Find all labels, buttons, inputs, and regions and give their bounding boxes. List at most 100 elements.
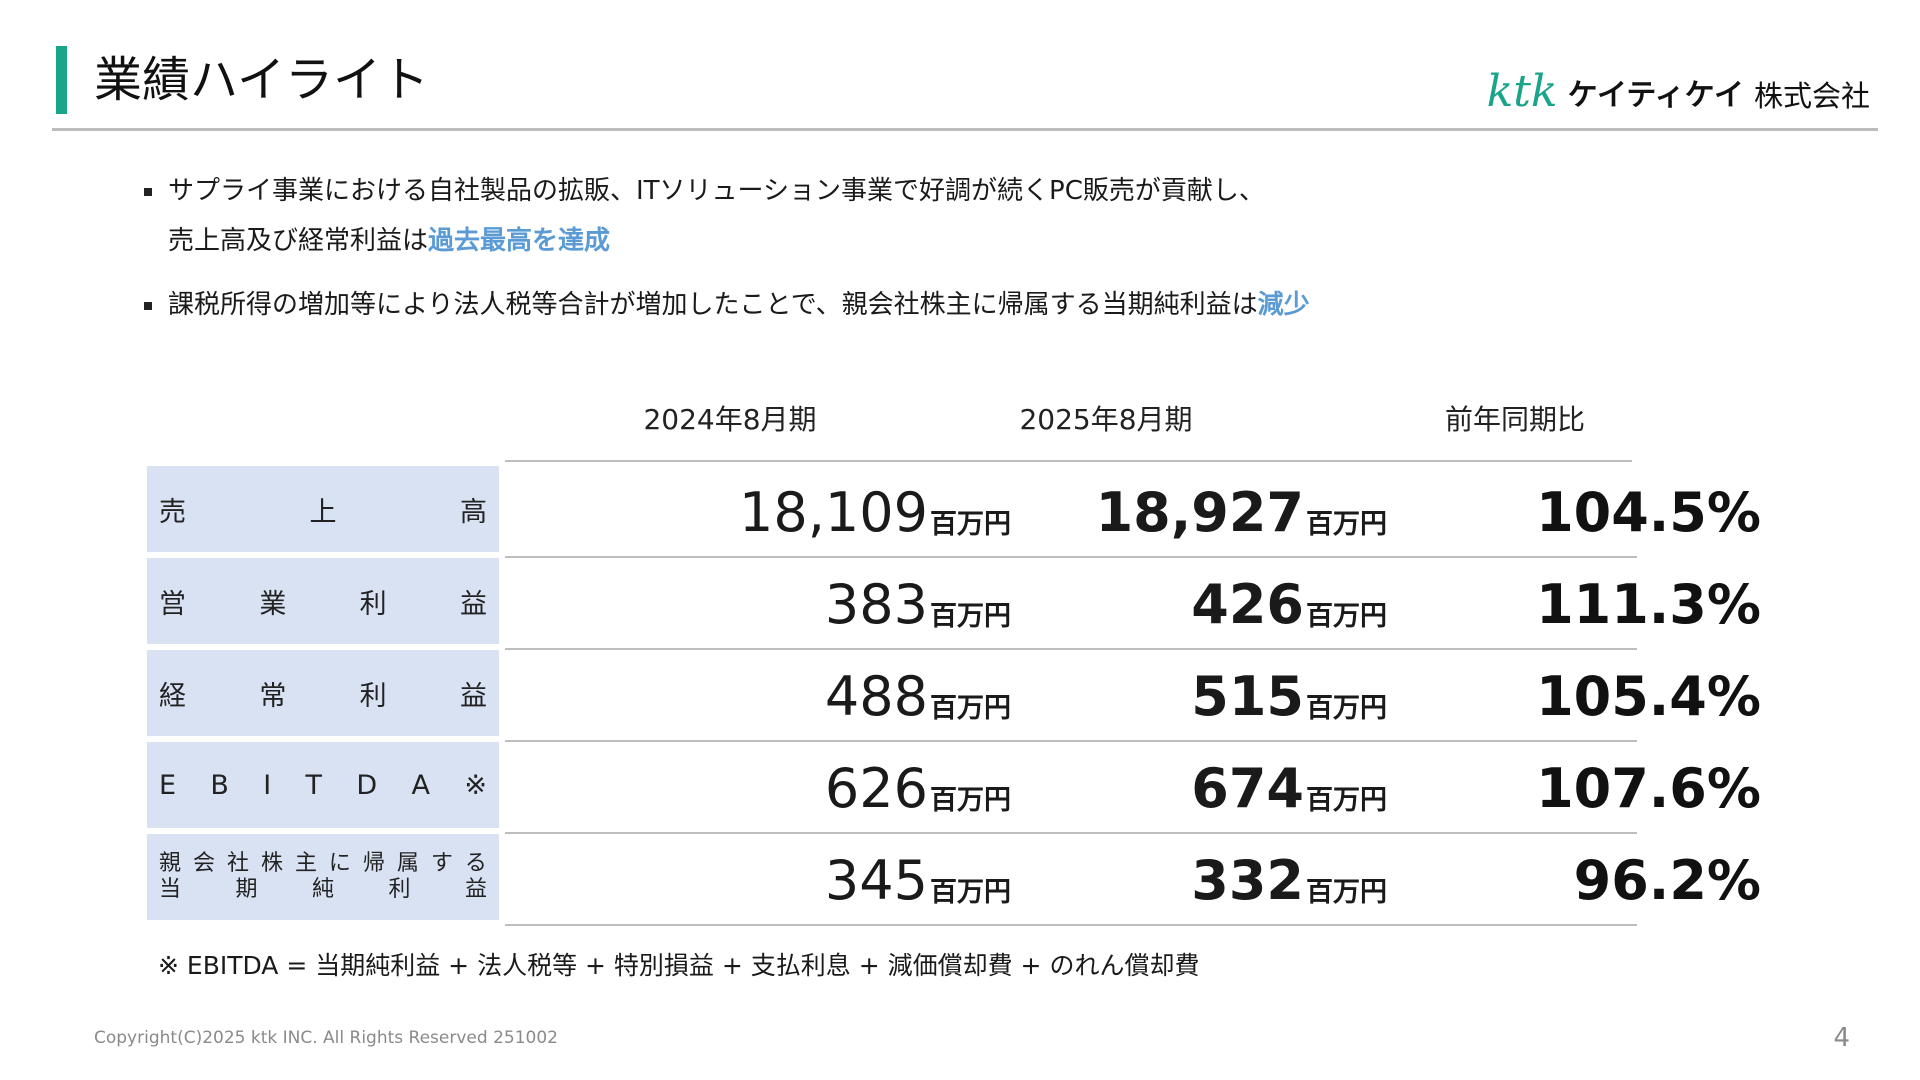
ratio-cell: 111.3% (1387, 558, 1761, 646)
row-label-char: 属 (396, 851, 419, 876)
row-label-char: 業 (259, 588, 287, 620)
row-label-cell: 経常利益 (147, 650, 499, 736)
row-label-char: 株 (260, 851, 283, 876)
row-label-char: 社 (226, 851, 249, 876)
logo-brand: ktk (1486, 66, 1558, 117)
curr-year-value: 426 (1191, 573, 1304, 636)
ratio-value: 107.6% (1536, 757, 1761, 820)
curr-year-value: 18,927 (1095, 481, 1304, 544)
page-title: 業績ハイライト (94, 52, 430, 108)
row-label: 経常利益 (159, 674, 487, 713)
row-label-char: 期 (235, 877, 258, 902)
row-label-char: 益 (459, 588, 487, 620)
row-label-char: A (411, 769, 430, 801)
row-label-line-2: 当期純利益 (159, 877, 487, 903)
table-top-rule (505, 460, 1632, 462)
row-label-char: 上 (309, 496, 337, 528)
ratio-value: 111.3% (1536, 573, 1761, 636)
company-logo: ktk ケイティケイ 株式会社 (1487, 66, 1870, 114)
curr-year-cell: 332 百万円 (907, 834, 1387, 922)
unit-label: 百万円 (1306, 601, 1387, 632)
bullet-text: 売上高及び経常利益は (168, 226, 429, 256)
row-label: 親会社株主に帰属する当 期 純 利 益 (159, 851, 487, 903)
row-label-cell: 営業利益 (147, 558, 499, 644)
column-header-ratio: 前年同期比 (1444, 403, 1585, 436)
row-label-cell: E B I T D A ※ (147, 742, 499, 828)
bullet-square-icon (144, 188, 152, 196)
unit-label: 百万円 (1306, 509, 1387, 540)
copyright: Copyright(C)2025 ktk INC. All Rights Res… (94, 1028, 558, 1048)
row-label-char: 利 (359, 588, 387, 620)
row-label-char: 益 (464, 877, 487, 902)
curr-year-value: 674 (1191, 757, 1304, 820)
bullet-highlight: 減少 (1257, 290, 1310, 320)
row-label-cell: 親会社株主に帰属する当 期 純 利 益 (147, 834, 499, 920)
bullet-highlight: 過去最高を達成 (428, 226, 611, 256)
row-label-char: 常 (259, 680, 287, 712)
curr-year-cell: 18,927 百万円 (907, 466, 1387, 554)
page-number: 4 (1833, 1023, 1850, 1053)
title-accent-bar (56, 46, 67, 114)
unit-label: 百万円 (1306, 785, 1387, 816)
row-label-line-1: 親会社株主に帰属する (159, 851, 487, 877)
row-label-char: 売 (159, 496, 186, 528)
table-row: E B I T D A ※ 626 百万円 674 百万円 107.6% (147, 742, 1761, 834)
row-label-char: 会 (192, 851, 215, 876)
row-label: 営業利益 (159, 582, 487, 621)
unit-label: 百万円 (1306, 693, 1387, 724)
row-label-cell: 売上高 (147, 466, 499, 552)
row-label-char: に (328, 851, 351, 876)
column-header-prev: 2024年8月期 (643, 403, 817, 436)
table-row: 親会社株主に帰属する当期純利益 345 百万円 332 百万円 96.2% (147, 834, 1761, 926)
row-label-char: 経 (159, 680, 186, 712)
row-label-char: 営 (159, 588, 186, 620)
row-label-char: 帰 (362, 851, 385, 876)
row-label-char: 主 (294, 851, 317, 876)
row-label-char: ※ (464, 769, 487, 801)
ratio-cell: 105.4% (1387, 650, 1761, 738)
row-label-char: 純 (311, 877, 334, 902)
ratio-value: 105.4% (1536, 665, 1761, 728)
curr-year-cell: 674 百万円 (907, 742, 1387, 830)
row-label-char: B (210, 769, 229, 801)
header-divider (52, 128, 1878, 131)
row-label-char: す (430, 851, 453, 876)
ratio-value: 96.2% (1573, 849, 1761, 912)
row-label-char: T (305, 769, 323, 801)
row-label-char: 利 (359, 680, 387, 712)
curr-year-value: 332 (1191, 849, 1304, 912)
bullet-item: 課税所得の増加等により法人税等合計が増加したことで、親会社株主に帰属する当期純利… (142, 280, 1742, 330)
row-label-char: 当 (159, 877, 182, 902)
ratio-cell: 104.5% (1387, 466, 1761, 554)
row-label-char: D (356, 769, 378, 801)
ratio-value: 104.5% (1536, 481, 1761, 544)
row-label: E B I T D A ※ (159, 770, 487, 801)
table-row: 営業利益 383 百万円 426 百万円 111.3% (147, 558, 1761, 650)
ratio-cell: 107.6% (1387, 742, 1761, 830)
unit-label: 百万円 (1306, 877, 1387, 908)
ebitda-footnote: ※ EBITDA = 当期純利益 + 法人税等 + 特別損益 + 支払利息 + … (158, 951, 1200, 980)
column-header-curr: 2025年8月期 (1019, 403, 1193, 436)
row-label-char: 利 (388, 877, 411, 902)
bullet-item: サプライ事業における自社製品の拡販、ITソリューション事業で好調が続くPC販売が… (142, 166, 1742, 266)
ratio-cell: 96.2% (1387, 834, 1761, 922)
curr-year-value: 515 (1191, 665, 1304, 728)
row-label-char: I (263, 769, 272, 801)
row-label-char: 高 (460, 496, 487, 528)
curr-year-cell: 426 百万円 (907, 558, 1387, 646)
logo-corp: 株式会社 (1753, 79, 1870, 113)
row-divider (505, 924, 1637, 926)
row-label: 売上高 (159, 490, 487, 529)
row-label-char: る (464, 851, 487, 876)
bullet-text: 課税所得の増加等により法人税等合計が増加したことで、親会社株主に帰属する当期純利… (168, 290, 1258, 320)
bullet-square-icon (144, 302, 152, 310)
curr-year-cell: 515 百万円 (907, 650, 1387, 738)
table-row: 売 上 高 18,109 百万円 18,927 百万円 104.5% (147, 466, 1761, 558)
logo-kana: ケイティケイ (1567, 78, 1744, 113)
bullet-text: サプライ事業における自社製品の拡販、ITソリューション事業で好調が続くPC販売が… (168, 176, 1265, 206)
table-row: 経常利益 488 百万円 515 百万円 105.4% (147, 650, 1761, 742)
summary-bullets: サプライ事業における自社製品の拡販、ITソリューション事業で好調が続くPC販売が… (142, 166, 1742, 330)
row-label-char: 益 (459, 680, 487, 712)
row-label-char: E (159, 769, 177, 801)
row-label-char: 親 (159, 851, 182, 876)
